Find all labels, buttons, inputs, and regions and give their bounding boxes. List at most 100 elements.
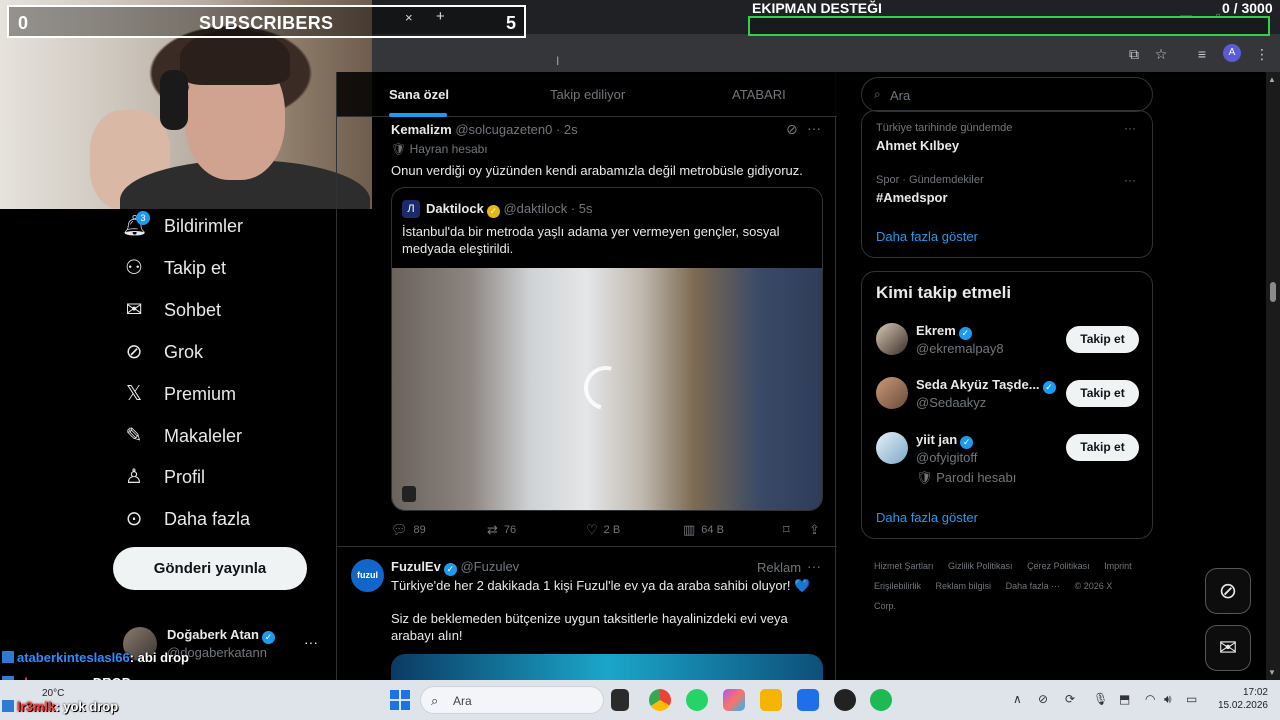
store-icon[interactable] (797, 689, 819, 711)
whatsapp-icon[interactable] (686, 689, 708, 711)
account-more-icon[interactable]: ··· (304, 634, 318, 650)
views-count: 64 B (701, 524, 724, 536)
footer-link[interactable]: Erişilebilirlik (874, 581, 921, 591)
new-tab-icon[interactable]: + (436, 8, 445, 25)
chrome-icon[interactable] (649, 689, 671, 711)
tab-for-you[interactable]: Sana özel (389, 87, 449, 102)
weather-widget[interactable]: 20°C (42, 688, 64, 699)
nav-profile[interactable]: ♙ Profil (122, 463, 205, 491)
suggested-user-handle: @Sedaakyz (916, 395, 987, 410)
trend-more-icon[interactable]: ··· (1124, 121, 1136, 135)
scroll-up-icon[interactable]: ▲ (1268, 75, 1276, 84)
verified-badge-icon: ✓ (1042, 381, 1056, 394)
suggested-user-name[interactable]: Ekrem ✓ (916, 323, 972, 340)
menu-kebab-icon[interactable]: ⋮ (1253, 45, 1271, 63)
tray-sync-icon[interactable]: ⟳ (1065, 692, 1075, 706)
scrollbar[interactable] (1266, 72, 1280, 680)
nav-more[interactable]: ⊙ Daha fazla (122, 505, 250, 533)
scroll-down-icon[interactable]: ▼ (1268, 668, 1276, 677)
taskbar-search-input[interactable]: ⌕ Ara (420, 686, 604, 714)
bookmark-button[interactable]: ⌑ (783, 522, 790, 538)
media-control-icon[interactable]: ≡ (1193, 45, 1211, 63)
tweet-meta: @solcugazeten0 · 2s (455, 122, 578, 137)
follow-button[interactable]: Takip et (1066, 380, 1139, 407)
footer-link[interactable]: Çerez Politikası (1027, 561, 1090, 571)
file-explorer-icon[interactable] (760, 689, 782, 711)
account-name[interactable]: Doğaberk Atan ✓ (167, 627, 275, 644)
subscriber-title: SUBSCRIBERS (199, 13, 334, 33)
bookmark-star-icon[interactable]: ☆ (1152, 45, 1170, 63)
tray-app-icon[interactable]: ⊘ (1038, 692, 1048, 706)
tab-following[interactable]: Takip ediliyor (550, 87, 625, 102)
footer-link[interactable]: Gizlilik Politikası (948, 561, 1013, 571)
ad-author[interactable]: FuzulEv ✓ @Fuzulev (391, 559, 519, 576)
suggested-user-name-text: Seda Akyüz Taşde... (916, 377, 1040, 392)
avatar[interactable] (876, 323, 908, 355)
trend-more-icon[interactable]: ··· (1124, 173, 1136, 187)
footer-link[interactable]: Reklam bilgisi (936, 581, 992, 591)
nav-grok[interactable]: ⊘ Grok (122, 338, 203, 366)
messages-fab-button[interactable]: ✉ (1205, 625, 1251, 671)
tweet-author-name: Kemalizm (391, 122, 452, 137)
tweet-more-icon[interactable]: ··· (807, 558, 821, 574)
ad-media[interactable] (391, 654, 823, 680)
nav-label: Bildirimler (164, 215, 244, 236)
trend-name[interactable]: #Amedspor (876, 190, 948, 205)
copilot-icon[interactable] (723, 689, 745, 711)
grok-icon[interactable]: ⊘ (786, 121, 798, 138)
search-input[interactable]: ⌕ Ara (861, 77, 1153, 112)
follow-button[interactable]: Takip et (1066, 434, 1139, 461)
footer-link[interactable]: Daha fazla ··· (1006, 581, 1061, 591)
microphone-icon[interactable]: 🎙︎ (1093, 692, 1108, 706)
nav-messages[interactable]: ✉ Sohbet (122, 296, 221, 324)
like-button[interactable]: ♡ 2 B (586, 522, 620, 538)
follow-show-more-link[interactable]: Daha fazla göster (876, 510, 978, 525)
reply-button[interactable]: 💬︎ 89 (391, 522, 426, 538)
goal-title: EKIPMAN DESTEĞI (752, 0, 882, 16)
install-app-icon[interactable]: ⧉ (1125, 45, 1143, 63)
wifi-icon[interactable]: ◠ (1145, 692, 1155, 706)
tray-update-icon[interactable]: ⬒ (1119, 692, 1130, 706)
suggested-user-name[interactable]: yiit jan ✓ (916, 432, 974, 449)
chat-badge-icon (2, 651, 14, 663)
clock[interactable]: 17:02 15.02.2026 (1212, 686, 1268, 712)
tab-atabari[interactable]: ATABARI (732, 87, 786, 102)
chat-username: lr3mlk (17, 699, 56, 714)
volume-icon[interactable]: 🔊︎ (1164, 692, 1172, 707)
share-button[interactable]: ⇪ (809, 522, 820, 538)
grok-fab-button[interactable]: ⊘ (1205, 568, 1251, 614)
tray-chevron-icon[interactable]: ∧ (1013, 692, 1022, 706)
footer-link[interactable]: Imprint (1104, 561, 1132, 571)
add-person-icon: ⚇ (125, 257, 143, 279)
retweet-button[interactable]: ⇄ 76 (487, 522, 516, 538)
video-player[interactable] (392, 268, 822, 510)
footer-link[interactable]: Hizmet Şartları (874, 561, 934, 571)
nav-follow[interactable]: ⚇ Takip et (122, 254, 226, 282)
tweet-author[interactable]: Kemalizm @solcugazeten0 · 2s (391, 122, 578, 137)
scrollbar-thumb[interactable] (1270, 282, 1276, 302)
trend-name[interactable]: Ahmet Kılbey (876, 138, 959, 153)
obs-icon[interactable] (834, 689, 856, 711)
avatar[interactable] (876, 377, 908, 409)
avatar[interactable] (876, 432, 908, 464)
trends-show-more-link[interactable]: Daha fazla göster (876, 229, 978, 244)
nav-premium[interactable]: 𝕏 Premium (122, 380, 236, 408)
video-control-icon[interactable] (402, 486, 416, 502)
views-button[interactable]: ▥ 64 B (683, 522, 724, 538)
task-view-icon[interactable] (611, 689, 629, 711)
nav-articles[interactable]: ✎ Makaleler (122, 422, 242, 450)
quoted-tweet[interactable]: Л Daktilock ✓ @daktilock · 5s İstanbul'da… (391, 187, 823, 511)
follow-button[interactable]: Takip et (1066, 326, 1139, 353)
profile-avatar[interactable]: A (1223, 44, 1241, 62)
battery-icon[interactable]: ▭ (1186, 692, 1197, 706)
tab-close-icon[interactable]: × (405, 10, 413, 25)
windows-start-icon[interactable] (390, 690, 410, 710)
tweet-more-icon[interactable]: ··· (807, 120, 821, 136)
verified-badge-icon: ✓ (960, 436, 974, 449)
timeline: Sana özel Takip ediliyor ATABARI Kemaliz… (336, 72, 837, 680)
envelope-icon: ✉ (1218, 635, 1238, 660)
post-button[interactable]: Gönderi yayınla (113, 547, 307, 590)
suggested-user-name[interactable]: Seda Akyüz Taşde... ✓ (916, 377, 1056, 394)
spotify-icon[interactable] (870, 689, 892, 711)
avatar[interactable]: fuzul (351, 559, 384, 592)
